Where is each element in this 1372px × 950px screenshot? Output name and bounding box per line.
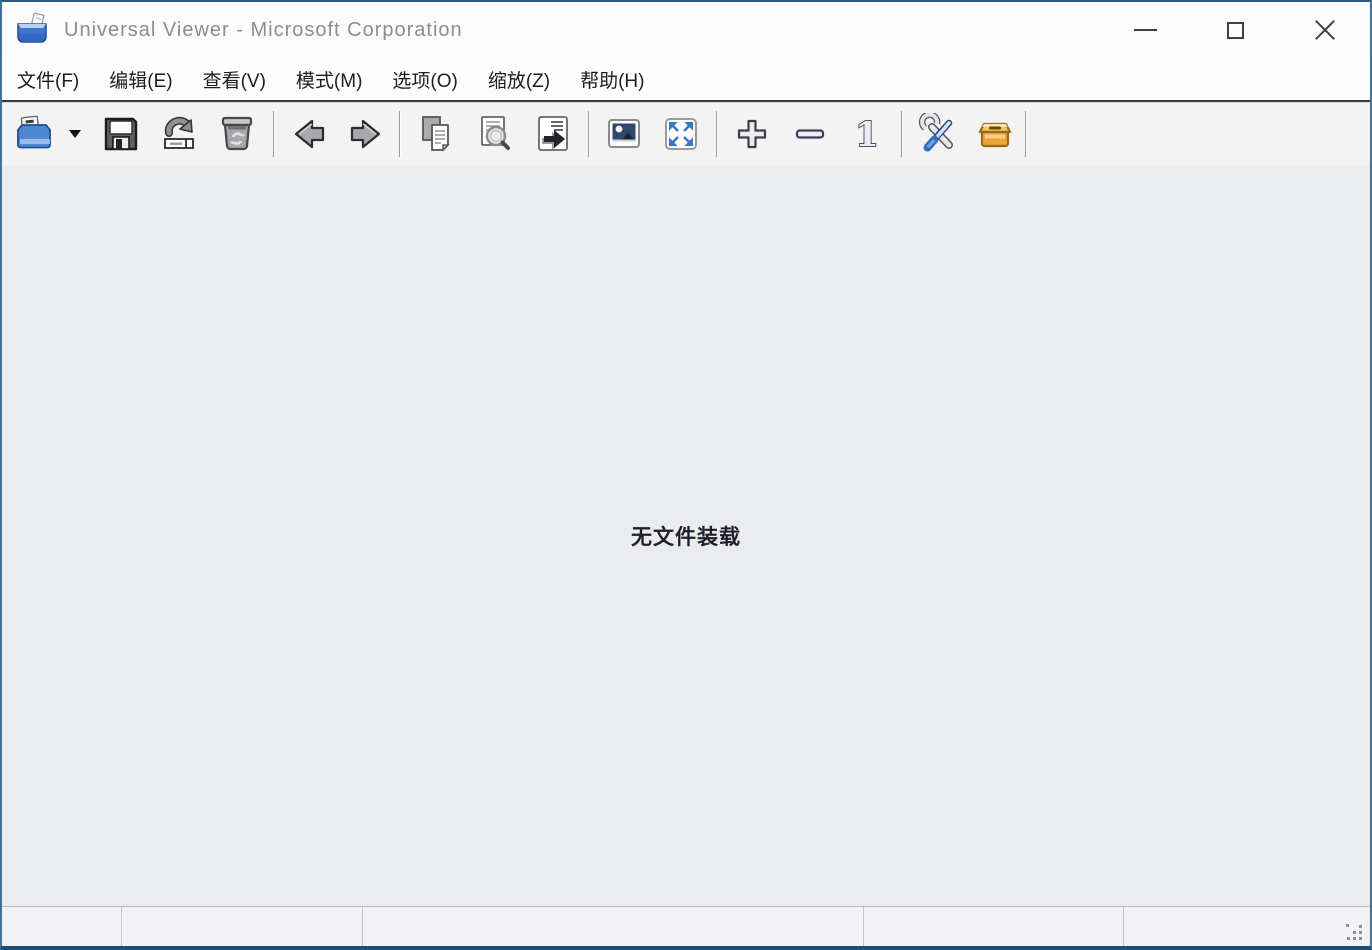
rename-arrow-icon (158, 113, 200, 155)
find-icon (474, 113, 516, 155)
svg-text:1: 1 (855, 115, 879, 155)
toolbar: 1 (2, 103, 1370, 165)
toolbar-separator (588, 111, 590, 157)
status-panel (122, 907, 363, 946)
copy-icon (416, 113, 458, 155)
menu-options[interactable]: 选项(O) (377, 58, 472, 100)
toolbar-separator (901, 111, 903, 157)
image-view-button[interactable] (599, 106, 649, 162)
open-dropdown-button[interactable] (64, 106, 86, 162)
open-folder-icon (14, 113, 56, 155)
viewer-area: 无文件装载 (2, 165, 1370, 906)
maximize-button[interactable] (1190, 2, 1280, 58)
minimize-button[interactable] (1100, 2, 1190, 58)
save-as-button[interactable] (96, 106, 146, 162)
menu-file[interactable]: 文件(F) (2, 58, 94, 100)
zoom-original-button[interactable]: 1 (842, 106, 892, 162)
plus-icon (731, 113, 773, 155)
fullscreen-icon (660, 113, 702, 155)
window-controls (1100, 2, 1370, 58)
toolbar-separator (273, 111, 275, 157)
status-panel (864, 907, 1124, 946)
status-panel (2, 907, 122, 946)
one-icon: 1 (846, 113, 888, 155)
arrow-right-icon (345, 113, 387, 155)
status-panel (1124, 907, 1370, 946)
menu-zoom[interactable]: 缩放(Z) (473, 58, 565, 100)
menu-view[interactable]: 查看(V) (188, 58, 281, 100)
tools-icon (918, 113, 960, 155)
donate-box-icon (974, 113, 1016, 155)
donate-button[interactable] (970, 106, 1020, 162)
arrow-left-icon (288, 113, 330, 155)
image-icon (603, 113, 645, 155)
universal-viewer-app-icon (14, 10, 50, 50)
floppy-save-icon (100, 113, 142, 155)
close-button[interactable] (1280, 2, 1370, 58)
titlebar: Universal Viewer - Microsoft Corporation (2, 2, 1370, 58)
window-title: Universal Viewer - Microsoft Corporation (64, 19, 463, 42)
menubar: 文件(F) 编辑(E) 查看(V) 模式(M) 选项(O) 缩放(Z) 帮助(H… (2, 58, 1370, 100)
options-button[interactable] (914, 106, 964, 162)
goto-icon (532, 113, 574, 155)
resize-grip-icon[interactable] (1346, 924, 1364, 942)
menu-edit[interactable]: 编辑(E) (94, 58, 187, 100)
previous-file-button[interactable] (284, 106, 334, 162)
delete-button[interactable] (212, 106, 262, 162)
go-to-button[interactable] (528, 106, 578, 162)
close-icon (1313, 18, 1337, 42)
zoom-out-button[interactable] (785, 106, 835, 162)
empty-state-text: 无文件装载 (631, 521, 741, 551)
statusbar (2, 907, 1370, 946)
app-window: Universal Viewer - Microsoft Corporation… (0, 0, 1372, 950)
copy-button[interactable] (412, 106, 462, 162)
toolbar-separator (399, 111, 401, 157)
fullscreen-button[interactable] (656, 106, 706, 162)
rename-button[interactable] (154, 106, 204, 162)
toolbar-separator (716, 111, 718, 157)
maximize-icon (1227, 22, 1244, 39)
find-button[interactable] (470, 106, 520, 162)
menu-mode[interactable]: 模式(M) (281, 58, 377, 100)
open-button[interactable] (10, 106, 60, 162)
next-file-button[interactable] (341, 106, 391, 162)
status-panel (363, 907, 864, 946)
trash-icon (216, 113, 258, 155)
chevron-down-icon (69, 130, 81, 138)
minus-icon (789, 113, 831, 155)
toolbar-separator (1025, 111, 1027, 157)
menu-help[interactable]: 帮助(H) (565, 58, 659, 100)
zoom-in-button[interactable] (727, 106, 777, 162)
minimize-icon (1134, 29, 1157, 31)
